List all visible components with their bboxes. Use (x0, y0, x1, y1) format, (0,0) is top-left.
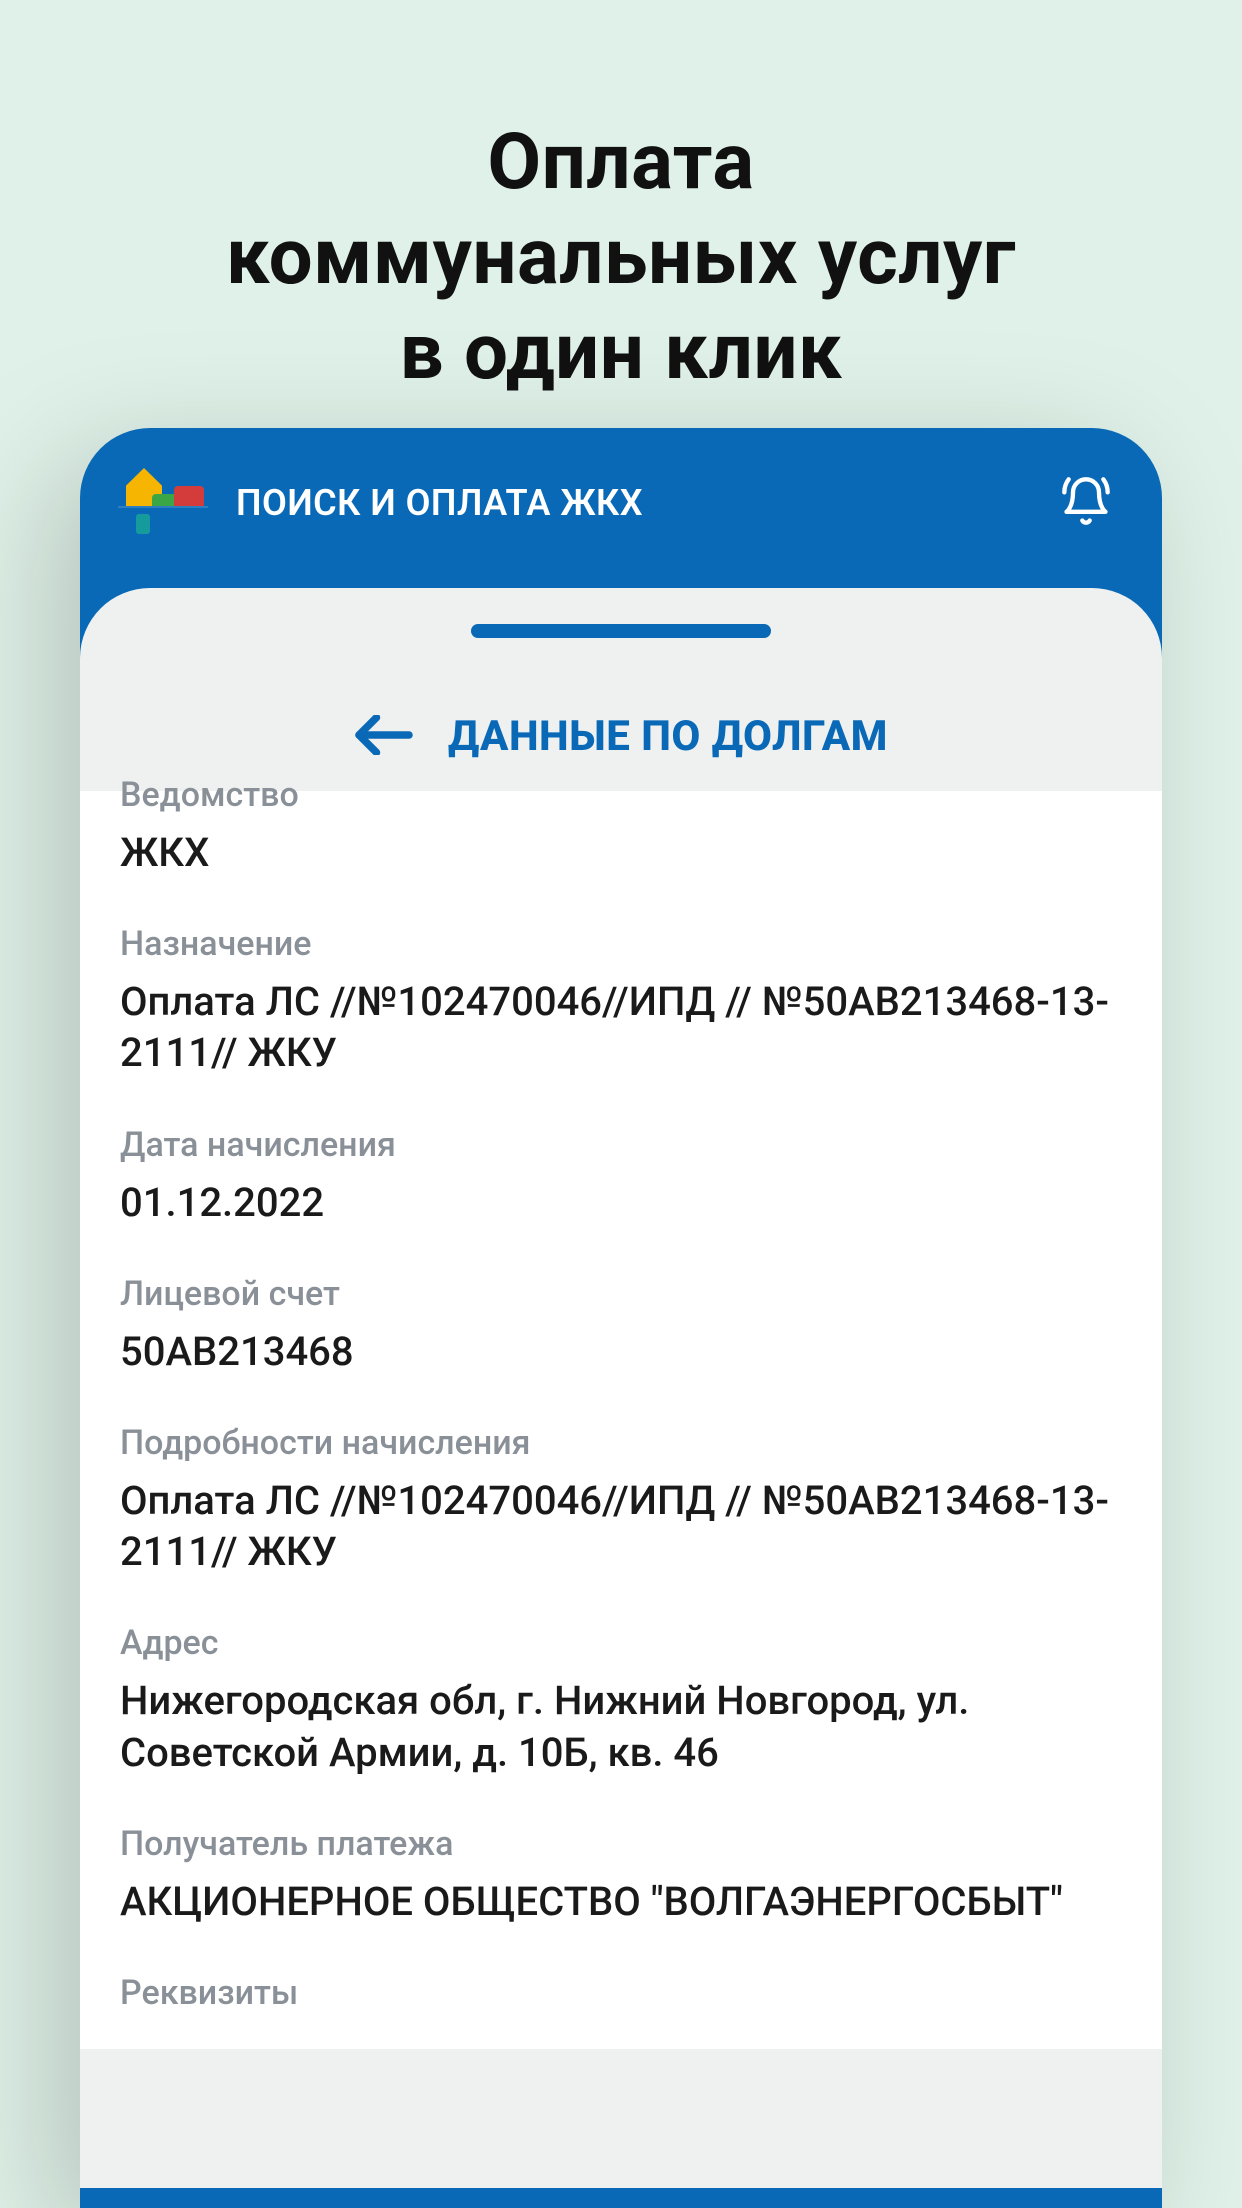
field-purpose: Назначение Оплата ЛС //№102470046//ИПД /… (120, 924, 1122, 1078)
field-label: Подробности начисления (120, 1423, 1122, 1463)
field-department: Ведомство ЖКХ (120, 775, 1122, 878)
app-logo-icon (118, 468, 208, 538)
field-label: Лицевой счет (120, 1274, 1122, 1314)
sheet-title: ДАННЫЕ ПО ДОЛГАМ (448, 712, 888, 761)
field-value: ЖКХ (120, 827, 1122, 878)
notifications-button[interactable] (1060, 475, 1112, 531)
sheet-drag-handle[interactable] (471, 624, 771, 638)
field-label: Реквизиты (120, 1973, 1122, 2013)
debt-details[interactable]: Ведомство ЖКХ Назначение Оплата ЛС //№10… (80, 791, 1162, 2049)
bell-icon (1060, 475, 1112, 527)
field-label: Ведомство (120, 775, 1122, 815)
field-accrual-date: Дата начисления 01.12.2022 (120, 1125, 1122, 1228)
back-button[interactable] (354, 715, 414, 759)
field-address: Адрес Нижегородская обл, г. Нижний Новго… (120, 1623, 1122, 1777)
bottom-sheet: ДАННЫЕ ПО ДОЛГАМ Ведомство ЖКХ Назначени… (80, 588, 1162, 2188)
field-value: 50АВ213468 (120, 1326, 1122, 1377)
field-personal-account: Лицевой счет 50АВ213468 (120, 1274, 1122, 1377)
field-value: 01.12.2022 (120, 1177, 1122, 1228)
field-value: Оплата ЛС //№102470046//ИПД // №50АВ2134… (120, 1475, 1122, 1577)
field-label: Назначение (120, 924, 1122, 964)
field-value: АКЦИОНЕРНОЕ ОБЩЕСТВО "ВОЛГАЭНЕРГОСБЫТ" (120, 1876, 1122, 1927)
field-payee: Получатель платежа АКЦИОНЕРНОЕ ОБЩЕСТВО … (120, 1824, 1122, 1927)
arrow-left-icon (354, 715, 414, 755)
field-label: Дата начисления (120, 1125, 1122, 1165)
hero-line-2: коммунальных услуг (0, 210, 1242, 305)
field-requisites: Реквизиты (120, 1973, 1122, 2013)
phone-frame: ПОИСК И ОПЛАТА ЖКХ (80, 428, 1162, 2208)
field-value: Нижегородская обл, г. Нижний Новгород, у… (120, 1675, 1122, 1777)
hero-line-1: Оплата (0, 115, 1242, 210)
app-bar-title: ПОИСК И ОПЛАТА ЖКХ (236, 482, 643, 524)
field-value: Оплата ЛС //№102470046//ИПД // №50АВ2134… (120, 976, 1122, 1078)
field-accrual-details: Подробности начисления Оплата ЛС //№1024… (120, 1423, 1122, 1577)
hero-headline: Оплата коммунальных услуг в один клик (0, 0, 1242, 400)
phone-mockup: ПОИСК И ОПЛАТА ЖКХ (80, 428, 1162, 2208)
field-label: Адрес (120, 1623, 1122, 1663)
sheet-header: ДАННЫЕ ПО ДОЛГАМ (80, 588, 1162, 791)
hero-line-3: в один клик (0, 305, 1242, 400)
app-bar-left: ПОИСК И ОПЛАТА ЖКХ (118, 468, 643, 538)
app-bar: ПОИСК И ОПЛАТА ЖКХ (80, 428, 1162, 588)
field-label: Получатель платежа (120, 1824, 1122, 1864)
